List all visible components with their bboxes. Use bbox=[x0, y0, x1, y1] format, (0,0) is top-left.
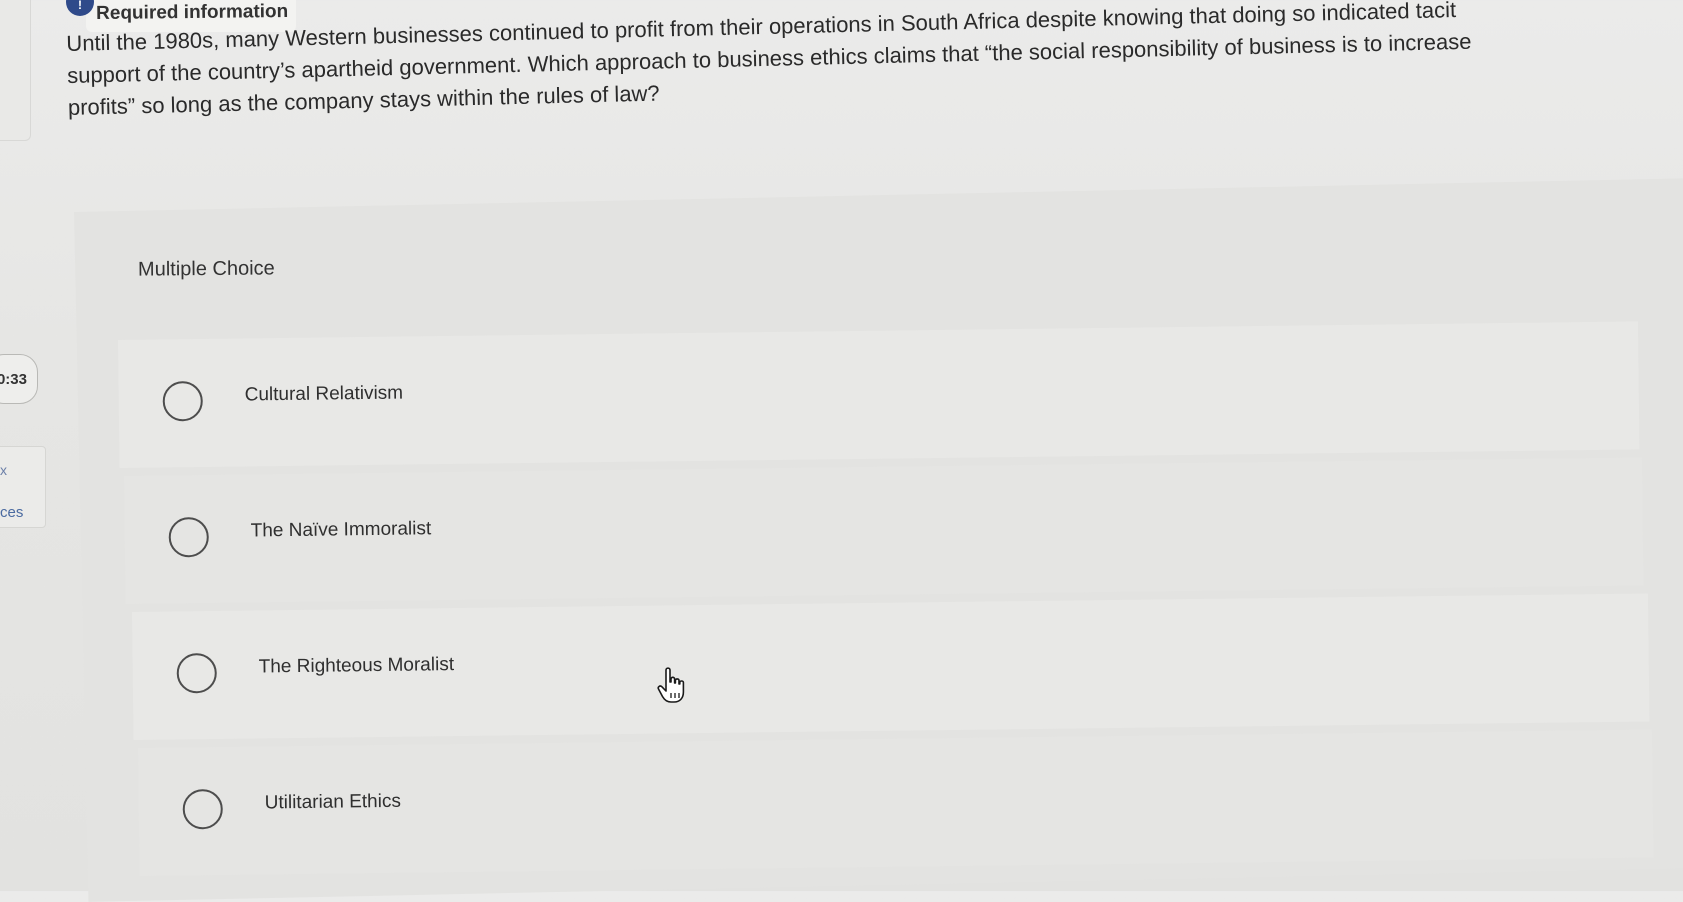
hand-pointer-icon bbox=[657, 667, 685, 703]
option-label: The Naïve Immoralist bbox=[250, 518, 432, 542]
question-text: Until the 1980s, many Western businesses… bbox=[66, 0, 1648, 124]
radio-button[interactable] bbox=[182, 788, 223, 830]
required-info-label: Required information bbox=[96, 0, 289, 24]
option-naive-immoralist[interactable]: The Naïve Immoralist bbox=[124, 457, 1644, 604]
left-rail: 0:33 x ces bbox=[0, 0, 46, 891]
references-label: ces bbox=[0, 504, 24, 521]
option-label: The Righteous Moralist bbox=[258, 654, 455, 678]
timer-badge: 0:33 bbox=[0, 354, 38, 404]
rail-x-label: x bbox=[0, 462, 7, 478]
option-label: Cultural Relativism bbox=[244, 382, 404, 406]
timer-text: 0:33 bbox=[0, 370, 27, 388]
option-label: Utilitarian Ethics bbox=[264, 790, 402, 814]
option-cultural-relativism[interactable]: Cultural Relativism bbox=[118, 321, 1640, 468]
option-utilitarian-ethics[interactable]: Utilitarian Ethics bbox=[138, 729, 1654, 876]
multiple-choice-label: Multiple Choice bbox=[137, 257, 275, 281]
radio-button[interactable] bbox=[168, 516, 209, 558]
radio-button[interactable] bbox=[176, 652, 217, 694]
option-righteous-moralist[interactable]: The Righteous Moralist bbox=[132, 593, 1650, 740]
rail-top-panel bbox=[0, 0, 31, 141]
radio-button[interactable] bbox=[162, 380, 203, 422]
